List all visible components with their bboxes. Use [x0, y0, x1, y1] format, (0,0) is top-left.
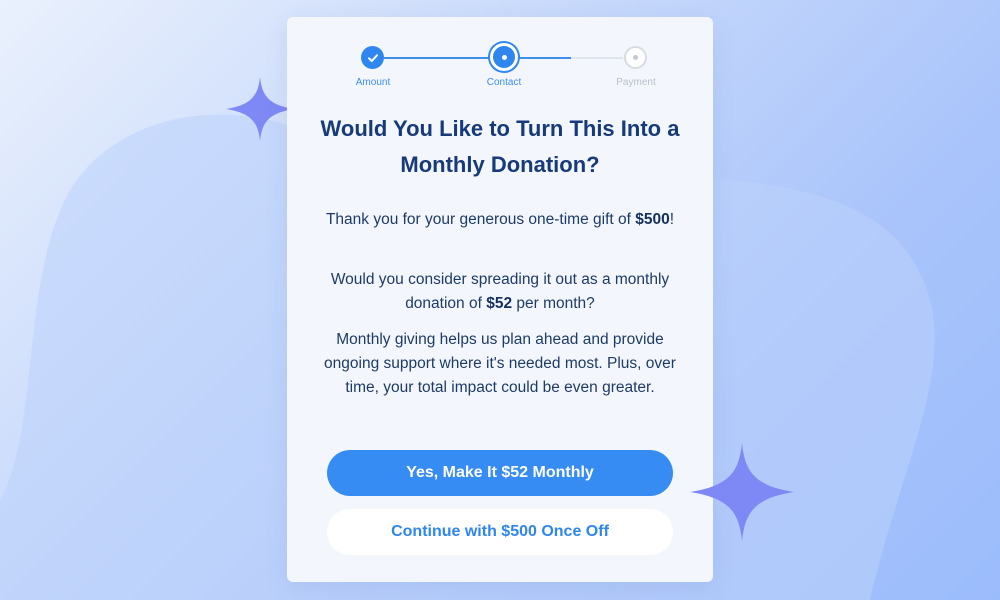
thank-you-text: Thank you for your generous one-time gif…: [322, 208, 678, 232]
gift-amount: $500: [635, 211, 670, 228]
stepper-line-completed: [384, 57, 490, 59]
thank-you-suffix: !: [669, 211, 675, 228]
progress-stepper: Amount Contact Payment: [287, 17, 713, 97]
check-icon: [367, 53, 378, 62]
monthly-benefit-text: Monthly giving helps us plan ahead and p…: [324, 331, 676, 396]
sparkle-icon-right: [690, 443, 794, 541]
monthly-offer-suffix: per month?: [512, 295, 595, 312]
step-contact-active[interactable]: [490, 43, 518, 71]
continue-once-off-button[interactable]: Continue with $500 Once Off: [327, 509, 673, 555]
stepper-line-upcoming: [571, 57, 623, 59]
monthly-offer-text: Would you consider spreading it out as a…: [322, 268, 678, 316]
make-monthly-button[interactable]: Yes, Make It $52 Monthly: [327, 450, 673, 496]
stepper-line-active: [518, 57, 571, 59]
step-label-amount: Amount: [355, 77, 391, 88]
thank-you-prefix: Thank you for your generous one-time gif…: [325, 211, 636, 228]
monthly-amount: $52: [486, 295, 513, 312]
step-label-payment: Payment: [616, 77, 656, 88]
dialog-title: Would You Like to Turn This Into a Month…: [320, 116, 680, 177]
step-amount-completed[interactable]: [361, 46, 384, 69]
dot-icon: [633, 55, 638, 60]
donation-upsell-card: Amount Contact Payment Would You Like to…: [287, 17, 713, 582]
dot-icon: [501, 54, 507, 60]
sparkle-icon-left: [226, 77, 294, 141]
step-label-contact: Contact: [486, 77, 522, 88]
step-payment-upcoming: [624, 46, 647, 69]
